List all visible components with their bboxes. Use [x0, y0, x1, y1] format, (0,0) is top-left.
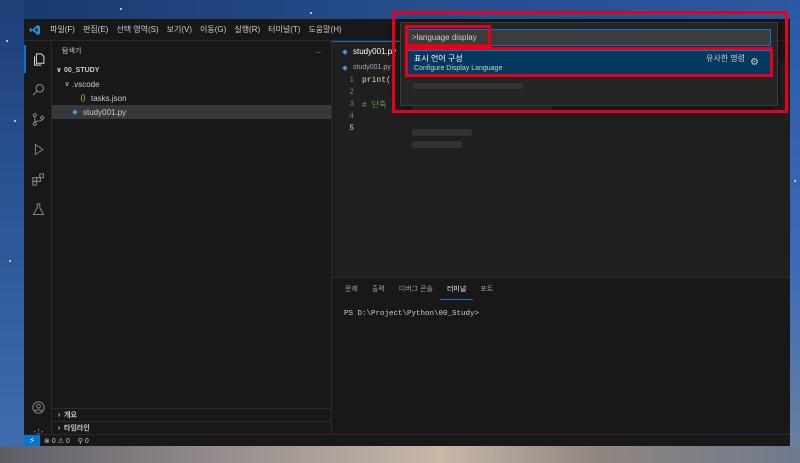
tab-ports[interactable]: 포트 — [473, 278, 500, 300]
star — [6, 40, 8, 42]
json-file-icon: {} — [80, 94, 86, 102]
tree-item-label: tasks.json — [91, 93, 127, 103]
menu-run[interactable]: 실행(R) — [230, 19, 264, 41]
search-icon[interactable] — [24, 75, 52, 103]
tab-problems[interactable]: 문제 — [338, 278, 365, 300]
line-number: 3 — [349, 99, 354, 109]
chevron-right-icon: › — [57, 424, 61, 432]
star — [310, 12, 312, 14]
tree-item-root-folder[interactable]: ∨ 00_STUDY — [52, 63, 331, 77]
menu-help[interactable]: 도움말(H) — [304, 19, 345, 41]
remote-indicator-icon[interactable]: ⚡ — [24, 434, 40, 446]
desktop-background-left — [0, 0, 24, 446]
code-text: # 단축 — [362, 100, 387, 110]
similar-commands-tag: 유사한 명령 — [706, 54, 746, 63]
sidebar-bottom-sections: › 개요 › 타임라인 — [52, 408, 331, 434]
vscode-logo-icon[interactable] — [24, 19, 46, 41]
python-file-icon: ◆ — [342, 48, 348, 56]
timeline-section[interactable]: › 타임라인 — [52, 421, 331, 434]
source-control-icon[interactable] — [24, 105, 52, 133]
menu-terminal[interactable]: 터미널(T) — [264, 19, 304, 41]
terminal-output[interactable]: PS D:\Project\Python\00_Study> — [332, 300, 790, 328]
menu-go[interactable]: 이동(G) — [196, 19, 230, 41]
menu-view[interactable]: 보기(V) — [163, 19, 196, 41]
blurred-code — [412, 141, 462, 148]
command-palette-input[interactable] — [407, 29, 771, 46]
blurred-result — [413, 83, 523, 89]
star — [120, 8, 122, 10]
python-file-icon: ◆ — [72, 109, 78, 116]
account-icon[interactable] — [24, 393, 52, 421]
result-subtitle: Configure Display Language — [414, 65, 503, 72]
result-title: 표시 언어 구성 — [414, 54, 463, 63]
star — [794, 180, 796, 182]
tab-study001-py[interactable]: ◆ study001.py — [332, 41, 405, 61]
desktop-background-bottom — [0, 446, 800, 463]
tab-debug-console[interactable]: 디버그 콘솔 — [392, 278, 440, 300]
line-number: 4 — [349, 111, 354, 121]
tab-label: study001.py — [353, 47, 397, 56]
command-palette: 표시 언어 구성 Configure Display Language 유사한 … — [400, 22, 778, 106]
explorer-sidebar: 탐색기 ... ∨ 00_STUDY ∨ .vscode {} tasks.js… — [52, 41, 332, 434]
ports-count[interactable]: ⚲ 0 — [74, 437, 93, 445]
python-file-icon: ◆ — [342, 64, 348, 72]
menu-selection[interactable]: 선택 영역(S) — [112, 19, 162, 41]
panel-tab-bar: 문제 출력 디버그 콘솔 터미널 포트 — [332, 278, 790, 300]
line-number: 2 — [349, 87, 354, 97]
activity-bar — [24, 41, 52, 442]
tree-item-tasks-json[interactable]: {} tasks.json — [52, 91, 331, 105]
star — [14, 120, 16, 122]
menu-file[interactable]: 파일(F) — [46, 19, 79, 41]
sidebar-title: 탐색기 — [62, 48, 82, 55]
tree-item-label: .vscode — [72, 79, 100, 89]
blurred-code — [412, 129, 472, 136]
command-result-configure-display-language[interactable]: 표시 언어 구성 Configure Display Language 유사한 … — [407, 50, 771, 76]
run-debug-icon[interactable] — [24, 135, 52, 163]
menu-edit[interactable]: 편집(E) — [79, 19, 112, 41]
outline-section[interactable]: › 개요 — [52, 408, 331, 421]
chevron-right-icon: › — [57, 411, 61, 419]
bottom-panel: 문제 출력 디버그 콘솔 터미널 포트 PS D:\Project\Python… — [332, 277, 790, 434]
terminal-prompt: PS D:\Project\Python\00_Study> — [344, 310, 480, 318]
code-text: print( — [362, 75, 391, 85]
breadcrumb-file[interactable]: study001.py — [353, 64, 391, 71]
outline-label: 개요 — [64, 412, 77, 419]
gear-icon[interactable]: ⚙ — [750, 58, 759, 68]
problems-count[interactable]: ⊗ 0 ⚠ 0 — [40, 437, 74, 445]
chevron-down-icon: ∨ — [64, 81, 70, 88]
code-line[interactable]: 4 — [332, 110, 790, 122]
tree-item-vscode-folder[interactable]: ∨ .vscode — [52, 77, 331, 91]
timeline-label: 타임라인 — [64, 425, 90, 432]
more-actions-icon[interactable]: ... — [315, 48, 321, 55]
chevron-down-icon: ∨ — [56, 67, 62, 74]
tree-item-label: 00_STUDY — [64, 66, 100, 74]
tree-item-label: study001.py — [83, 107, 127, 117]
extensions-icon[interactable] — [24, 165, 52, 193]
tab-terminal[interactable]: 터미널 — [439, 278, 474, 300]
code-line[interactable]: 5 — [332, 122, 790, 134]
explorer-icon[interactable] — [24, 45, 52, 73]
tree-item-study001-py[interactable]: ◆ study001.py — [52, 105, 331, 119]
desktop-background-right — [790, 0, 800, 446]
status-bar: ⚡ ⊗ 0 ⚠ 0 ⚲ 0 — [24, 434, 790, 446]
tab-output[interactable]: 출력 — [365, 278, 392, 300]
testing-flask-icon[interactable] — [24, 195, 52, 223]
line-number: 5 — [349, 123, 354, 133]
star — [9, 260, 11, 262]
blurred-code — [412, 105, 552, 112]
line-number: 1 — [349, 75, 354, 85]
sidebar-header: 탐색기 ... — [52, 41, 331, 61]
